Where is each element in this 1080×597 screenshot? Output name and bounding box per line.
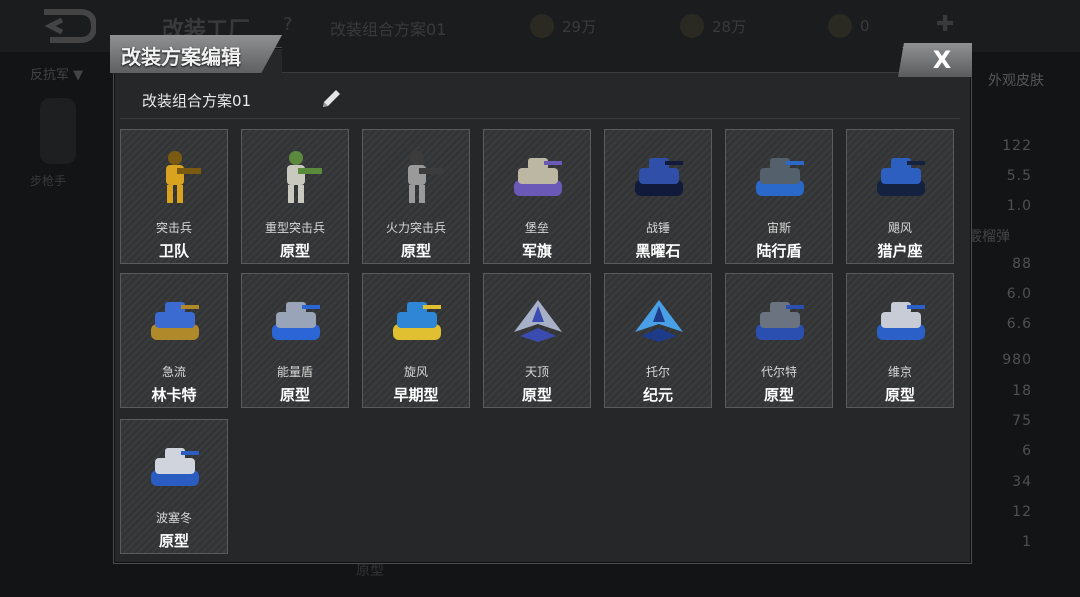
unit-card[interactable]: 堡垒 军旗: [483, 129, 591, 264]
zenith-jet-icon: [510, 292, 566, 350]
hurricane-tank-icon: [873, 148, 929, 206]
unit-card[interactable]: 能量盾 原型: [241, 273, 349, 408]
diamond-resource: 28万: [680, 14, 746, 38]
unit-card[interactable]: 飓风 猎户座: [846, 129, 954, 264]
medal-icon: [828, 14, 852, 38]
energy-shield-tank-icon: [268, 292, 324, 350]
unit-name: 宙斯: [766, 221, 791, 235]
stat-value: 34: [1012, 474, 1032, 490]
stat-value: 18: [1012, 383, 1032, 399]
stat-value: 6.6: [1006, 316, 1032, 332]
unit-variant: 原型: [158, 532, 189, 550]
medal-resource: 0: [828, 14, 870, 38]
unit-variant: 猎户座: [877, 242, 923, 260]
unit-card[interactable]: 突击兵 卫队: [120, 129, 228, 264]
unit-card[interactable]: 旋风 早期型: [362, 273, 470, 408]
stat-value: 12: [1012, 504, 1032, 520]
diamond-icon: [680, 14, 704, 38]
unit-card[interactable]: 天顶 原型: [483, 273, 591, 408]
left-unit-label: 步枪手: [30, 174, 67, 188]
unit-card[interactable]: 重型突击兵 原型: [241, 129, 349, 264]
unit-card[interactable]: 托尔 纪元: [604, 273, 712, 408]
plan-name-label: 改装组合方案01: [330, 20, 447, 39]
unit-card[interactable]: 宙斯 陆行盾: [725, 129, 833, 264]
help-button[interactable]: ?: [283, 14, 293, 35]
stat-value: 1: [1022, 534, 1032, 550]
unit-card[interactable]: 战锤 黑曜石: [604, 129, 712, 264]
rifleman-portrait: [40, 98, 76, 164]
unit-card[interactable]: 维京 原型: [846, 273, 954, 408]
coin-icon: [530, 14, 554, 38]
unit-variant: 原型: [279, 386, 310, 404]
unit-card[interactable]: 波塞冬 原型: [120, 419, 228, 554]
stat-value: 75: [1012, 413, 1032, 429]
rapids-launcher-icon: [147, 292, 203, 350]
fortress-tank-icon: [510, 148, 566, 206]
unit-variant: 黑曜石: [635, 242, 681, 260]
thor-jet-icon: [631, 292, 687, 350]
unit-variant: 原型: [884, 386, 915, 404]
diamond-value: 28万: [712, 17, 747, 36]
unit-variant: 早期型: [393, 386, 439, 404]
zeus-tank-icon: [752, 148, 808, 206]
coin-value: 29万: [562, 17, 597, 36]
unit-name: 飓风: [887, 221, 912, 235]
delta-apc-icon: [752, 292, 808, 350]
preset-name: 改装组合方案01: [142, 92, 252, 110]
unit-name: 托尔: [645, 365, 670, 379]
medal-value: 0: [860, 17, 870, 35]
unit-variant: 原型: [763, 386, 794, 404]
whirlwind-hover-icon: [389, 292, 445, 350]
stat-value: 6: [1022, 443, 1032, 459]
stat-value: 6.0: [1006, 286, 1032, 302]
unit-variant: 军旗: [521, 242, 552, 260]
close-button[interactable]: X: [898, 43, 972, 77]
faction-selector[interactable]: 反抗军 ▼: [30, 64, 83, 83]
dialog-header-bar: [282, 47, 902, 73]
unit-name: 堡垒: [524, 221, 549, 235]
unit-variant: 纪元: [642, 386, 673, 404]
soldier-grey-icon: [389, 148, 445, 206]
unit-card[interactable]: 火力突击兵 原型: [362, 129, 470, 264]
stat-value: 5.5: [1006, 168, 1032, 184]
unit-card[interactable]: 代尔特 原型: [725, 273, 833, 408]
soldier-yellow-icon: [147, 148, 203, 206]
stat-value: 122: [1002, 138, 1032, 154]
unit-name: 突击兵: [155, 221, 192, 235]
coin-resource: 29万: [530, 14, 596, 38]
unit-name: 代尔特: [760, 365, 797, 379]
unit-name: 能量盾: [276, 365, 313, 379]
unit-name: 波塞冬: [155, 511, 192, 525]
unit-variant: 卫队: [158, 242, 189, 260]
skin-tab[interactable]: 外观皮肤: [988, 70, 1044, 90]
unit-name: 战锤: [645, 221, 670, 235]
unit-name: 急流: [161, 365, 186, 379]
unit-card[interactable]: 急流 林卡特: [120, 273, 228, 408]
stat-value: 88: [1012, 256, 1032, 272]
unit-variant: 陆行盾: [756, 242, 802, 260]
warhammer-tank-icon: [631, 148, 687, 206]
unit-variant: 原型: [400, 242, 431, 260]
dialog-title: 改装方案编辑: [121, 45, 241, 69]
stat-value: 1.0: [1006, 198, 1032, 214]
unit-variant: 原型: [521, 386, 552, 404]
unit-name: 天顶: [524, 365, 549, 379]
viking-hover-icon: [873, 292, 929, 350]
unit-name: 旋风: [403, 365, 428, 379]
pencil-icon[interactable]: [318, 86, 344, 112]
weapon-label: 霰榴弹: [968, 229, 1010, 245]
unit-variant: 林卡特: [151, 386, 197, 404]
unit-name: 火力突击兵: [385, 221, 446, 235]
back-icon: [44, 9, 96, 43]
unit-name: 重型突击兵: [264, 221, 325, 235]
plus-icon[interactable]: ✚: [936, 14, 958, 36]
unit-name: 维京: [887, 365, 912, 379]
close-icon: X: [932, 46, 952, 74]
poseidon-hover-icon: [147, 438, 203, 496]
stat-value: 980: [1002, 352, 1032, 368]
unit-variant: 原型: [279, 242, 310, 260]
mech-soldier-icon: [268, 148, 324, 206]
